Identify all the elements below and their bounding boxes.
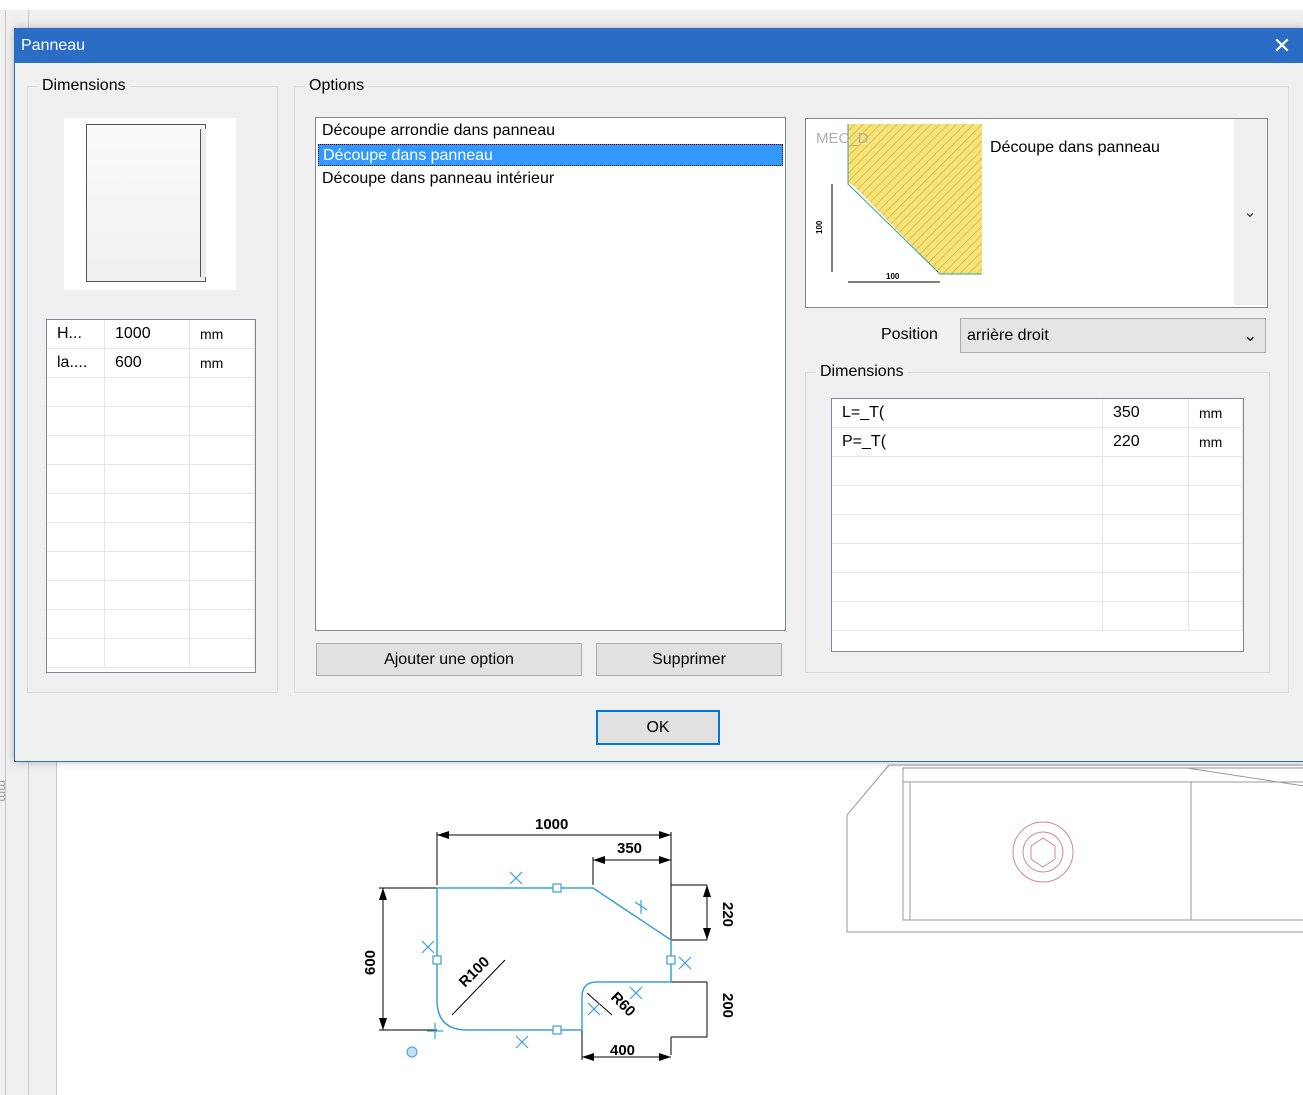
options-group-legend: Options: [309, 77, 365, 94]
dim-cut-depth-text: 220: [719, 902, 736, 927]
close-icon[interactable]: ✕: [1259, 29, 1303, 63]
dim-unit-cell: mm: [1188, 427, 1243, 457]
table-row: [832, 456, 1243, 486]
dim-value-cell[interactable]: 350: [1102, 399, 1189, 428]
dim-width-text: 1000: [535, 816, 568, 833]
dim-unit-cell: mm: [189, 320, 255, 349]
dim-name-cell: H...: [47, 320, 105, 349]
panel-shape: [86, 124, 206, 282]
dim-unit-cell: mm: [189, 348, 255, 378]
add-option-button[interactable]: Ajouter une option: [316, 643, 582, 676]
table-row[interactable]: H... 1000 mm: [47, 320, 255, 349]
table-row: [47, 638, 255, 668]
panel-dimensions-grid[interactable]: H... 1000 mm la.... 600 mm: [46, 319, 256, 673]
position-label: Position: [881, 326, 938, 343]
table-row[interactable]: L=_T( 350 mm: [832, 399, 1243, 428]
ruler-unit-label: mm: [0, 780, 10, 802]
panel-shape-side: [200, 129, 206, 277]
table-row: [47, 551, 255, 581]
dim-radius-small-text: R60: [607, 989, 638, 1020]
list-item-selected[interactable]: Découpe dans panneau: [318, 144, 783, 166]
table-row: [47, 406, 255, 436]
option-dimensions-grid[interactable]: L=_T( 350 mm P=_T( 220 mm: [831, 398, 1244, 652]
dim-radius-big-text: R100: [456, 953, 493, 990]
dim-name-cell: L=_T(: [832, 399, 1103, 428]
dim-name-cell: P=_T(: [832, 427, 1103, 457]
dim-value-cell[interactable]: 1000: [104, 320, 190, 349]
table-row: [47, 493, 255, 523]
table-row: [47, 609, 255, 639]
table-row: [832, 543, 1243, 573]
table-row: [832, 601, 1243, 631]
dim-name-cell: la....: [47, 348, 105, 378]
table-row: [47, 522, 255, 552]
list-item[interactable]: Découpe dans panneau intérieur: [318, 168, 783, 190]
table-row[interactable]: la.... 600 mm: [47, 348, 255, 378]
preview-vertical-dim-text: 100: [815, 220, 824, 234]
preview-horizontal-dim-text: 100: [886, 272, 900, 281]
chevron-down-icon: ⌄: [1243, 327, 1257, 345]
dim-cut-width-text: 350: [617, 840, 642, 857]
dimensions-group-legend: Dimensions: [42, 77, 126, 94]
options-list[interactable]: Découpe arrondie dans panneau Découpe da…: [315, 117, 786, 631]
dialog-titlebar[interactable]: Panneau ✕: [15, 29, 1303, 63]
option-dimensions-legend: Dimensions: [820, 363, 904, 380]
table-row: [47, 435, 255, 465]
ok-button[interactable]: OK: [596, 710, 720, 745]
dialog-title: Panneau: [21, 37, 86, 54]
table-row: [832, 485, 1243, 515]
position-select[interactable]: arrière droit ⌄: [960, 318, 1266, 353]
canvas-top-strip: [0, 0, 1303, 10]
table-row: [832, 572, 1243, 602]
dim-bottom-width-text: 400: [610, 1042, 635, 1059]
panel-preview-image: [64, 118, 236, 290]
dim-height-text: 600: [362, 950, 379, 975]
table-row: [832, 514, 1243, 544]
table-row: [47, 580, 255, 610]
ruler-separator: [5, 10, 6, 1095]
dim-unit-cell: mm: [1188, 399, 1243, 428]
dim-value-cell[interactable]: 600: [104, 348, 190, 378]
delete-option-button[interactable]: Supprimer: [596, 643, 782, 676]
dim-bottom-right-text: 200: [719, 993, 736, 1018]
panneau-dialog: Panneau ✕ Dimensions H... 1000 mm la....…: [14, 28, 1303, 762]
table-row[interactable]: P=_T( 220 mm: [832, 427, 1243, 457]
option-preview-image: 100 100 MEC_D: [812, 124, 982, 299]
option-type-description: Découpe dans panneau: [990, 139, 1160, 156]
position-select-value: arrière droit: [967, 326, 1049, 344]
table-row: [47, 464, 255, 494]
dim-value-cell[interactable]: 220: [1102, 427, 1189, 457]
table-row: [47, 377, 255, 407]
cut-preview-drawing: 100 100: [815, 124, 982, 283]
drawing-canvas[interactable]: 1000 350 220 600 R100 R60 200 400: [56, 760, 1303, 1095]
list-item[interactable]: Découpe arrondie dans panneau: [318, 120, 783, 142]
option-type-combobox[interactable]: 100 100 MEC_D Découpe dans panneau ⌄: [805, 118, 1268, 308]
chevron-down-icon[interactable]: ⌄: [1234, 119, 1266, 305]
cad-drawing: 1000 350 220 600 R100 R60 200 400: [362, 764, 1303, 1061]
preview-image-label: MEC_D: [816, 130, 869, 147]
